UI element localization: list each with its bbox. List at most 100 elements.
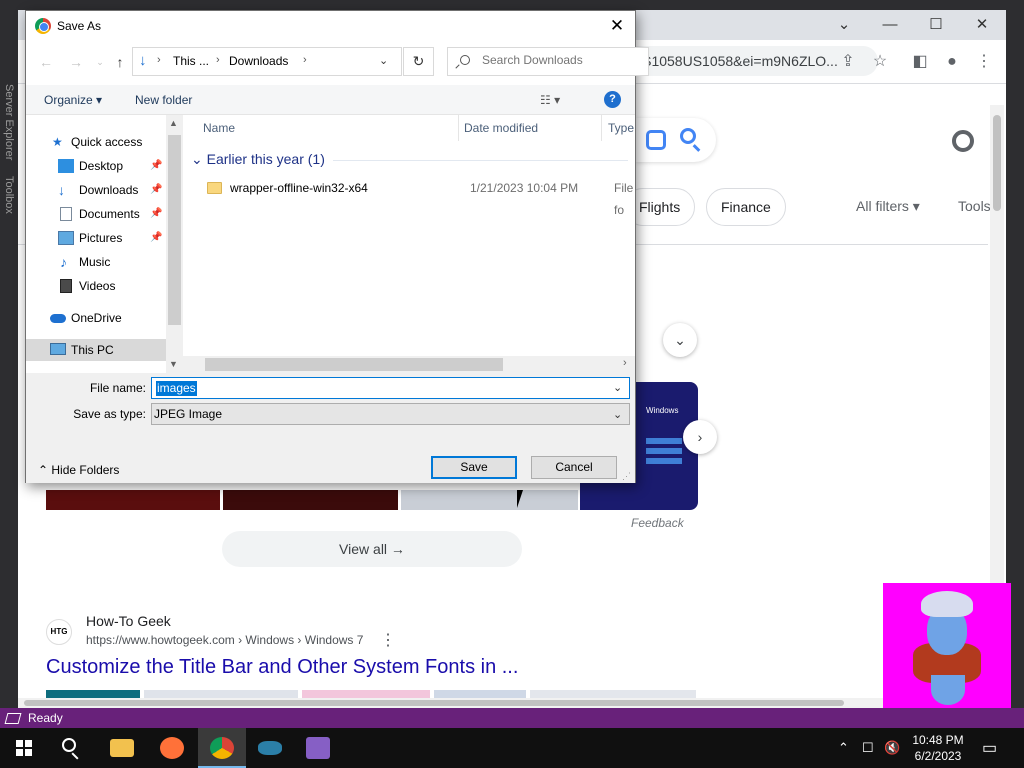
dialog-address-bar[interactable]: ↓ › This ... › Downloads › ⌄ — [132, 47, 402, 76]
column-separator[interactable] — [601, 115, 602, 141]
thumbnail-bar — [646, 458, 682, 464]
scroll-right-icon[interactable]: › — [623, 357, 627, 369]
scrollbar-thumb[interactable] — [205, 358, 503, 371]
result-site-name[interactable]: How-To Geek — [86, 613, 171, 629]
nav-item-pictures[interactable]: Pictures 📌 — [26, 227, 166, 249]
windows-logo-icon — [16, 740, 32, 756]
save-as-type-dropdown-icon[interactable]: ⌄ — [613, 405, 622, 425]
cancel-button[interactable]: Cancel — [531, 456, 617, 479]
nav-item-this-pc[interactable]: This PC — [26, 339, 166, 361]
page-horizontal-scrollbar[interactable] — [18, 698, 990, 708]
taskbar-app[interactable] — [246, 728, 294, 768]
feedback-link[interactable]: Feedback — [631, 516, 684, 530]
show-hidden-icons-icon[interactable]: ⌃ — [838, 740, 849, 756]
file-name-value[interactable]: images — [156, 381, 197, 396]
image-thumbnail[interactable] — [223, 490, 398, 510]
file-name-dropdown-icon[interactable]: ⌄ — [613, 381, 622, 394]
group-header[interactable]: ⌄ Earlier this year (1) — [191, 151, 325, 168]
scroll-down-icon[interactable]: ▼ — [169, 359, 178, 369]
image-thumbnail[interactable] — [46, 490, 220, 510]
search-icon[interactable] — [680, 128, 696, 144]
all-filters-button[interactable]: All filters ▾ — [856, 198, 920, 215]
result-title-link[interactable]: Customize the Title Bar and Other System… — [46, 656, 518, 679]
up-arrow-icon[interactable]: ↑ — [112, 54, 128, 70]
nav-item-desktop[interactable]: Desktop 📌 — [26, 155, 166, 177]
organize-button[interactable]: Organize ▾ — [44, 93, 102, 107]
resize-grip-icon[interactable]: ⋰ — [622, 471, 631, 482]
profile-avatar-icon[interactable]: ● — [942, 52, 962, 72]
refresh-icon[interactable]: ↻ — [403, 47, 434, 76]
ide-status-bar: Ready — [0, 708, 1024, 728]
bookmark-star-icon[interactable]: ☆ — [870, 52, 890, 72]
scrollbar-thumb[interactable] — [24, 700, 844, 706]
download-icon: ↓ — [58, 182, 65, 198]
scrollbar-thumb[interactable] — [168, 135, 181, 325]
start-button[interactable] — [0, 728, 48, 768]
column-header-date-modified[interactable]: Date modified — [464, 121, 538, 135]
forward-arrow-icon[interactable]: → — [68, 54, 84, 70]
nav-item-music[interactable]: ♪ Music — [26, 251, 166, 273]
scroll-up-icon[interactable]: ▲ — [169, 118, 178, 128]
notifications-icon[interactable]: ▭ — [982, 738, 997, 758]
nav-item-videos[interactable]: Videos — [26, 275, 166, 297]
view-options-icon[interactable]: ☷ ▾ — [540, 93, 560, 107]
taskbar-file-explorer[interactable] — [98, 728, 146, 768]
side-panel-icon[interactable]: ◧ — [910, 52, 930, 72]
breadcrumb-separator-icon: › — [216, 54, 220, 66]
menu-kebab-icon[interactable]: ⋮ — [974, 52, 994, 72]
nav-item-documents[interactable]: Documents 📌 — [26, 203, 166, 225]
tools-button[interactable]: Tools — [958, 198, 991, 214]
taskbar-search-button[interactable] — [48, 728, 96, 768]
group-divider — [333, 160, 628, 161]
taskbar-firefox[interactable] — [148, 728, 196, 768]
minimize-button[interactable]: — — [870, 14, 910, 36]
column-header-type[interactable]: Type — [608, 121, 634, 135]
column-header-name[interactable]: Name — [203, 121, 235, 135]
genie-character[interactable] — [883, 583, 1011, 710]
expand-chevron-button[interactable]: ⌄ — [663, 323, 697, 357]
nav-item-quick-access[interactable]: ★ Quick access — [26, 131, 166, 153]
nav-item-onedrive[interactable]: OneDrive — [26, 307, 166, 329]
taskbar-clock[interactable]: 10:48 PM 6/2/2023 — [898, 732, 978, 764]
save-as-type-select[interactable]: JPEG Image ⌄ — [151, 403, 630, 425]
next-images-button[interactable]: › — [683, 420, 717, 454]
maximize-button[interactable]: ☐ — [916, 14, 956, 36]
scrollbar-thumb[interactable] — [993, 115, 1001, 211]
files-horizontal-scrollbar[interactable]: › — [183, 356, 635, 373]
file-row[interactable]: wrapper-offline-win32-x64 1/21/2023 10:0… — [203, 177, 635, 217]
nav-item-downloads[interactable]: ↓ Downloads 📌 — [26, 179, 166, 201]
result-more-icon[interactable]: ⋮ — [380, 630, 396, 650]
address-dropdown-chevron-icon[interactable]: ⌄ — [379, 54, 388, 67]
close-window-button[interactable]: ✕ — [962, 14, 1002, 36]
column-separator[interactable] — [458, 115, 459, 141]
share-icon[interactable]: ⇪ — [838, 52, 858, 72]
toolbox-tab[interactable]: Toolbox — [3, 176, 15, 214]
recent-locations-chevron-icon[interactable]: ⌄ — [92, 54, 108, 70]
taskbar-chrome[interactable] — [198, 728, 246, 768]
network-icon[interactable]: ☐ — [862, 740, 874, 756]
taskbar-visual-studio[interactable] — [294, 728, 342, 768]
breadcrumb-downloads[interactable]: Downloads — [229, 54, 288, 68]
file-name-field[interactable]: images ⌄ — [151, 377, 630, 399]
new-folder-button[interactable]: New folder — [135, 93, 192, 107]
help-icon[interactable]: ? — [604, 91, 621, 108]
google-lens-icon[interactable] — [646, 130, 666, 150]
server-explorer-tab[interactable]: Server Explorer — [3, 84, 15, 160]
search-downloads-box[interactable] — [447, 47, 649, 76]
save-button[interactable]: Save — [431, 456, 517, 479]
hide-folders-button[interactable]: ⌃ Hide Folders — [38, 463, 119, 477]
nav-pane-scrollbar[interactable]: ▲ ▼ — [166, 115, 183, 373]
filter-chip-finance[interactable]: Finance — [706, 188, 786, 226]
result-breadcrumb[interactable]: https://www.howtogeek.com › Windows › Wi… — [86, 633, 363, 647]
app-icon — [258, 741, 282, 755]
folder-icon — [207, 182, 222, 194]
view-all-button[interactable]: View all → — [222, 531, 522, 567]
search-downloads-input[interactable] — [482, 53, 642, 67]
image-thumbnail[interactable] — [401, 490, 578, 510]
dialog-close-icon[interactable]: ✕ — [606, 15, 628, 37]
settings-gear-icon[interactable] — [952, 130, 974, 152]
breadcrumb-this-pc[interactable]: This ... — [173, 54, 209, 68]
back-arrow-icon[interactable]: ← — [38, 54, 54, 70]
thumbnail-bar — [646, 438, 682, 444]
tab-search-icon[interactable]: ⌄ — [824, 14, 864, 36]
